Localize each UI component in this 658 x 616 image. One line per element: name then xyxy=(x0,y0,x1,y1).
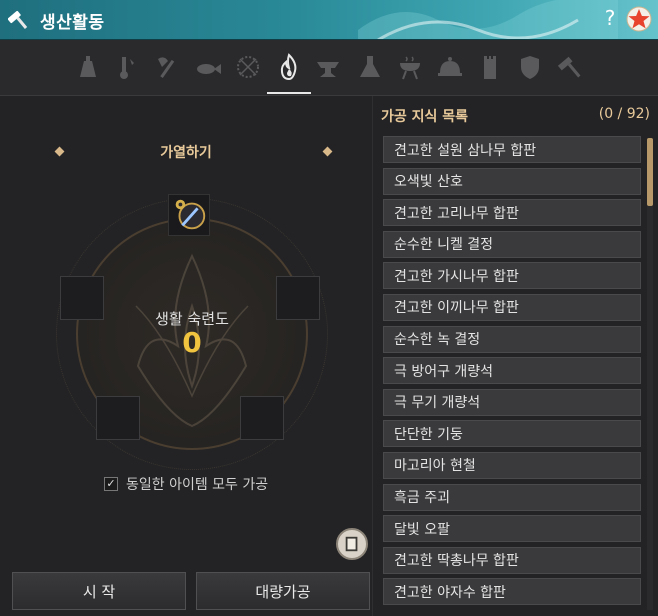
list-item[interactable]: 흑금 주괴 xyxy=(383,483,641,511)
category-crest[interactable] xyxy=(514,50,546,84)
wave-decoration xyxy=(358,0,618,39)
list-item[interactable]: 견고한 야자수 합판 xyxy=(383,578,641,606)
category-axe[interactable] xyxy=(152,50,184,84)
category-heating[interactable] xyxy=(267,50,311,94)
tool-item-icon xyxy=(175,199,206,230)
anvil-icon xyxy=(317,62,339,77)
gathering-icon xyxy=(80,56,96,77)
list-item[interactable]: 달빛 오팔 xyxy=(383,515,641,543)
window-title: 생산활동 xyxy=(40,13,105,33)
knowledge-count: (0 / 92) xyxy=(598,106,650,122)
category-hunting[interactable] xyxy=(232,50,264,84)
hammer-icon xyxy=(558,56,581,78)
category-cooking[interactable] xyxy=(434,50,466,84)
category-alchemy-tools[interactable] xyxy=(110,50,142,84)
list-item[interactable]: 순수한 녹 결정 xyxy=(383,325,641,353)
list-item[interactable]: 오색빛 산호 xyxy=(383,167,641,195)
flask-icon xyxy=(360,56,380,77)
category-bar xyxy=(0,40,658,96)
list-item[interactable]: 극 무기 개량석 xyxy=(383,388,641,416)
list-item[interactable]: 견고한 딱총나무 합판 xyxy=(383,546,641,574)
list-item[interactable]: 단단한 기둥 xyxy=(383,420,641,448)
list-item[interactable]: 극 방어구 개량석 xyxy=(383,357,641,385)
guide-book-button[interactable] xyxy=(336,528,368,560)
category-hammer[interactable] xyxy=(556,50,588,84)
category-alchemy[interactable] xyxy=(354,50,386,84)
heating-flame-icon xyxy=(280,53,297,81)
category-tower[interactable] xyxy=(474,50,506,84)
category-grill[interactable] xyxy=(394,50,426,84)
scrollbar-thumb[interactable] xyxy=(647,138,653,206)
list-item[interactable]: 견고한 고리나무 합판 xyxy=(383,199,641,227)
cooking-cloche-icon xyxy=(438,57,462,76)
processing-panel: 가열하기 생활 숙련도 0 ✓ 동일한 아이템 모두 가공 시 작 대량가공 xyxy=(0,96,372,616)
scrollbar-track[interactable] xyxy=(647,138,653,610)
mass-process-button[interactable]: 대량가공 xyxy=(196,572,370,610)
fishing-icon xyxy=(197,64,221,74)
material-slot-top[interactable] xyxy=(168,194,210,236)
title-bar: 생산활동 ? xyxy=(0,0,658,40)
list-item[interactable]: 견고한 가시나무 합판 xyxy=(383,262,641,290)
category-fishing[interactable] xyxy=(192,50,224,84)
category-gathering[interactable] xyxy=(72,50,104,84)
hunting-net-icon xyxy=(237,56,259,78)
alchemy-tools-icon xyxy=(120,57,134,79)
list-item[interactable]: 견고한 이끼나무 합판 xyxy=(383,293,641,321)
proficiency-value: 0 xyxy=(182,326,202,359)
knowledge-list: 견고한 설원 삼나무 합판 오색빛 산호 견고한 고리나무 합판 순수한 니켈 … xyxy=(383,136,641,610)
list-item[interactable]: 견고한 설원 삼나무 합판 xyxy=(383,136,641,163)
processing-mode-title: 가열하기 xyxy=(160,145,212,161)
book-icon xyxy=(345,536,358,552)
start-button[interactable]: 시 작 xyxy=(12,572,186,610)
knowledge-list-title: 가공 지식 목록 xyxy=(381,109,469,125)
list-item[interactable]: 순수한 니켈 결정 xyxy=(383,230,641,258)
process-all-checkbox[interactable]: ✓ xyxy=(104,477,118,491)
knowledge-panel: 가공 지식 목록 (0 / 92) 견고한 설원 삼나무 합판 오색빛 산호 견… xyxy=(372,96,658,616)
list-item[interactable]: 마고리아 현철 xyxy=(383,451,641,479)
star-icon[interactable] xyxy=(626,6,652,32)
material-slot-bottom-right[interactable] xyxy=(240,396,284,440)
material-slot-bottom-left[interactable] xyxy=(96,396,140,440)
grill-icon xyxy=(400,56,420,80)
category-smithing[interactable] xyxy=(312,50,344,84)
process-all-option[interactable]: ✓ 동일한 아이템 모두 가공 xyxy=(104,474,268,494)
alchemy-tower-icon xyxy=(484,56,496,79)
shield-icon xyxy=(521,56,539,79)
help-button[interactable]: ? xyxy=(600,6,620,30)
hammer-icon xyxy=(8,10,28,29)
axe-icon xyxy=(158,57,175,78)
process-all-label: 동일한 아이템 모두 가공 xyxy=(126,477,269,493)
